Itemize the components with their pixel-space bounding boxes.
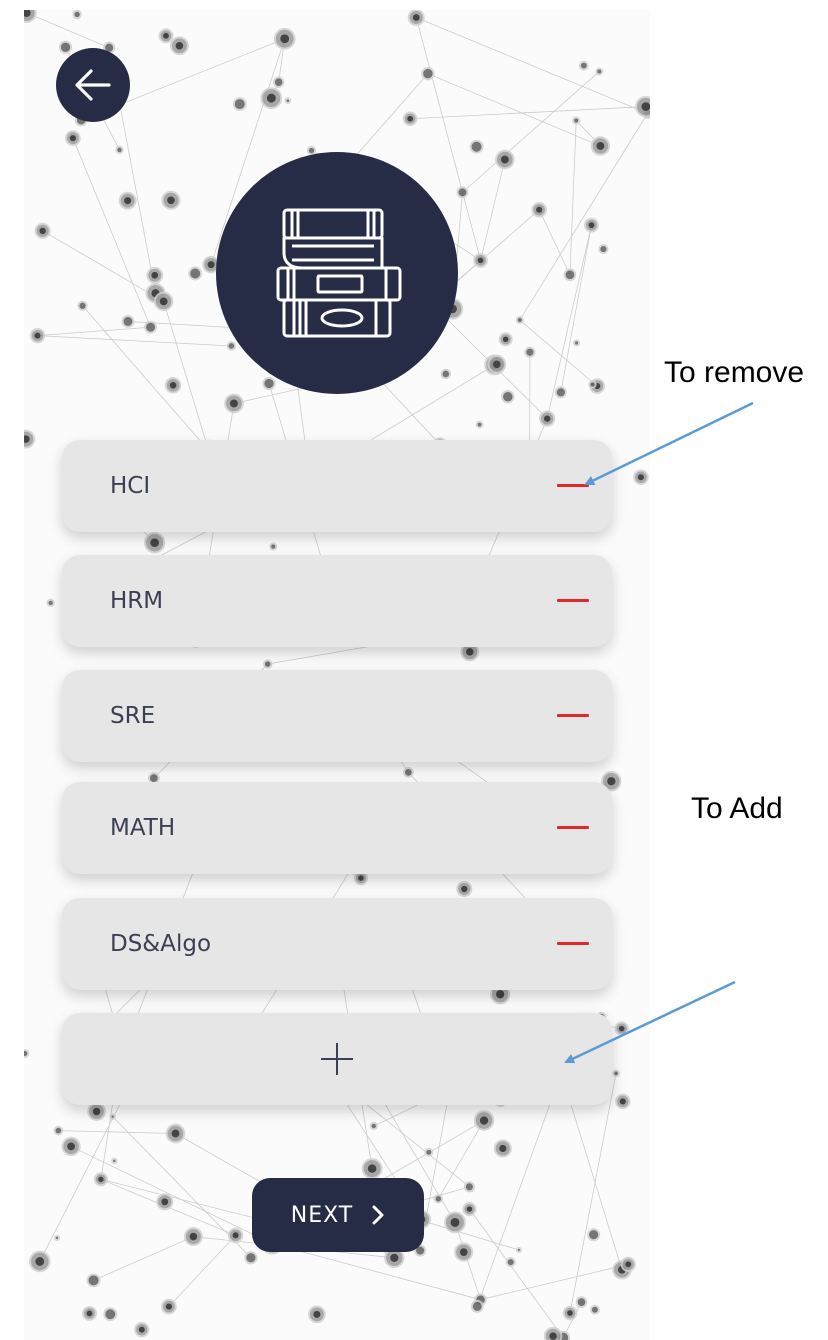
minus-icon xyxy=(557,714,589,717)
back-button[interactable] xyxy=(56,48,130,122)
stacked-books-icon xyxy=(276,208,402,338)
subject-label: MATH xyxy=(110,815,176,841)
minus-icon xyxy=(557,599,589,602)
remove-subject-button[interactable] xyxy=(548,808,598,848)
remove-subject-button[interactable] xyxy=(548,466,598,506)
subject-row-sre[interactable]: SRE xyxy=(62,670,612,762)
plus-icon xyxy=(321,1043,353,1075)
subject-label: SRE xyxy=(110,703,156,729)
chevron-right-icon xyxy=(372,1205,384,1225)
annotation-remove: To remove xyxy=(664,356,805,389)
subject-row-math[interactable]: MATH xyxy=(62,782,612,874)
next-button-label: NEXT xyxy=(290,1202,354,1228)
subject-label: HRM xyxy=(110,588,164,614)
app-screen: HCI HRM SRE MATH DS&Algo NEXT xyxy=(24,10,650,1340)
annotation-add: To Add xyxy=(691,792,783,825)
subject-label: DS&Algo xyxy=(110,931,212,957)
subject-label: HCI xyxy=(110,473,151,499)
subject-row-ds-algo[interactable]: DS&Algo xyxy=(62,898,612,990)
minus-icon xyxy=(557,826,589,829)
remove-subject-button[interactable] xyxy=(548,581,598,621)
remove-subject-button[interactable] xyxy=(548,696,598,736)
arrow-left-icon xyxy=(75,69,111,101)
minus-icon xyxy=(557,942,589,945)
minus-icon xyxy=(557,484,589,487)
subjects-hero-badge xyxy=(216,152,458,394)
add-subject-button[interactable] xyxy=(62,1013,612,1105)
subject-row-hrm[interactable]: HRM xyxy=(62,555,612,647)
subject-row-hci[interactable]: HCI xyxy=(62,440,612,532)
next-button[interactable]: NEXT xyxy=(252,1178,424,1252)
remove-subject-button[interactable] xyxy=(548,924,598,964)
